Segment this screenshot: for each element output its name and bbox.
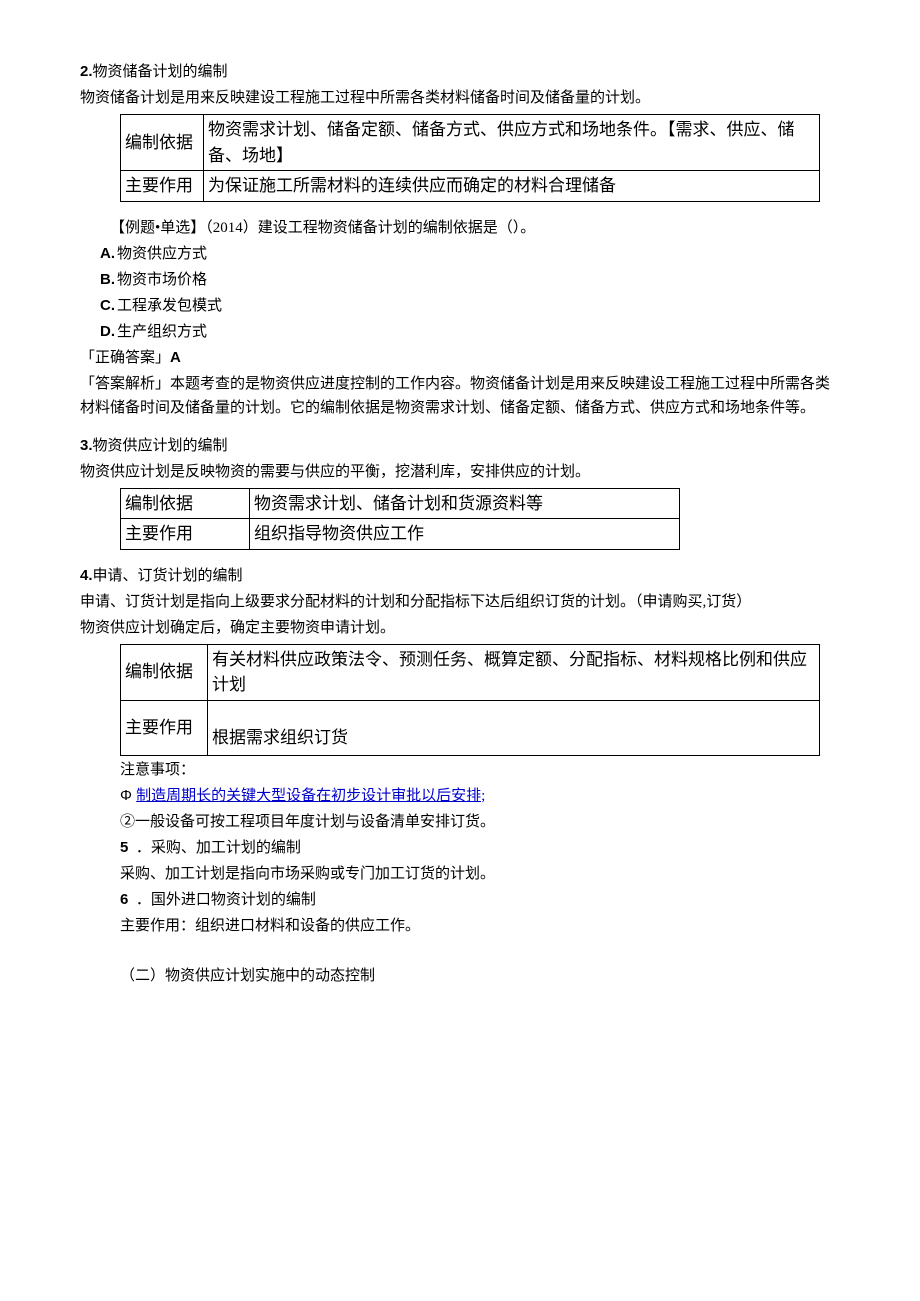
section-4: 4.申请、订货计划的编制 申请、订货计划是指向上级要求分配材料的计划和分配指标下… <box>80 564 840 834</box>
option-d-text: 生产组织方式 <box>117 324 207 340</box>
option-a: A.物资供应方式 <box>100 242 840 266</box>
section-5-desc: 采购、加工计划是指向市场采购或专门加工订货的计划。 <box>120 862 840 886</box>
note1-marker: Φ <box>120 787 136 804</box>
table-cell-label: 主要作用 <box>121 700 208 755</box>
section-3-number: 3. <box>80 437 93 454</box>
section-4-heading: 4.申请、订货计划的编制 <box>80 564 840 588</box>
section-3-desc: 物资供应计划是反映物资的需要与供应的平衡，挖潜利库，安排供应的计划。 <box>80 460 840 484</box>
section-4-note-title: 注意事项： <box>120 758 840 782</box>
section-2-table: 编制依据 物资需求计划、储备定额、储备方式、供应方式和场地条件。【需求、供应、储… <box>120 114 820 202</box>
table-cell-label: 编制依据 <box>121 488 250 519</box>
section-4-note2: ②一般设备可按工程项目年度计划与设备清单安排订货。 <box>120 810 840 834</box>
table-cell-value: 根据需求组织订货 <box>208 700 820 755</box>
option-d-label: D. <box>100 323 115 340</box>
table-cell-label: 主要作用 <box>121 519 250 550</box>
section-5-number: 5 <box>120 839 128 856</box>
note1-link-text[interactable]: 制造周期长的关键大型设备在初步设计审批以后安排; <box>136 788 485 804</box>
table-row: 编制依据 物资需求计划、储备定额、储备方式、供应方式和场地条件。【需求、供应、储… <box>121 115 820 171</box>
section-4-table: 编制依据 有关材料供应政策法令、预测任务、概算定额、分配指标、材料规格比例和供应… <box>120 644 820 756</box>
section-3-table: 编制依据 物资需求计划、储备计划和货源资料等 主要作用 组织指导物资供应工作 <box>120 488 680 550</box>
section-6: 6 ．国外进口物资计划的编制 主要作用：组织进口材料和设备的供应工作。 <box>120 888 840 938</box>
section-6-number: 6 <box>120 891 128 908</box>
section-6-heading: 6 ．国外进口物资计划的编制 <box>120 888 840 912</box>
table-cell-value: 有关材料供应政策法令、预测任务、概算定额、分配指标、材料规格比例和供应计划 <box>208 644 820 700</box>
section-3: 3.物资供应计划的编制 物资供应计划是反映物资的需要与供应的平衡，挖潜利库，安排… <box>80 434 840 550</box>
option-a-label: A. <box>100 245 115 262</box>
option-d: D.生产组织方式 <box>100 320 840 344</box>
section-2-title: 物资储备计划的编制 <box>93 64 228 80</box>
option-b: B.物资市场价格 <box>100 268 840 292</box>
table-cell-value: 为保证施工所需材料的连续供应而确定的材料合理储备 <box>204 171 820 202</box>
section-5: 5 ．采购、加工计划的编制 采购、加工计划是指向市场采购或专门加工订货的计划。 <box>120 836 840 886</box>
option-b-label: B. <box>100 271 115 288</box>
answer-explanation: 「答案解析」本题考查的是物资供应进度控制的工作内容。物资储备计划是用来反映建设工… <box>80 372 840 420</box>
section-6-dot: ． <box>136 892 151 908</box>
option-c-text: 工程承发包模式 <box>117 298 222 314</box>
option-a-text: 物资供应方式 <box>117 246 207 262</box>
table-cell-value: 物资需求计划、储备定额、储备方式、供应方式和场地条件。【需求、供应、储备、场地】 <box>204 115 820 171</box>
section-4-note1: Φ 制造周期长的关键大型设备在初步设计审批以后安排; <box>120 784 840 808</box>
answer-prefix: 「正确答案」 <box>80 350 170 366</box>
table-cell-label: 编制依据 <box>121 644 208 700</box>
section-5-dot: ． <box>136 840 151 856</box>
section-2-desc: 物资储备计划是用来反映建设工程施工过程中所需各类材料储备时间及储备量的计划。 <box>80 86 840 110</box>
table-row: 主要作用 根据需求组织订货 <box>121 700 820 755</box>
section-4-title: 申请、订货计划的编制 <box>93 568 243 584</box>
section-3-heading: 3.物资供应计划的编制 <box>80 434 840 458</box>
section-5-title: 采购、加工计划的编制 <box>151 840 301 856</box>
example-question: 【例题•单选】（2014）建设工程物资储备计划的编制依据是（）。 <box>110 216 840 240</box>
option-c-label: C. <box>100 297 115 314</box>
section-6-title: 国外进口物资计划的编制 <box>151 892 316 908</box>
section-6-desc: 主要作用：组织进口材料和设备的供应工作。 <box>120 914 840 938</box>
table-cell-label: 主要作用 <box>121 171 204 202</box>
section-3-title: 物资供应计划的编制 <box>93 438 228 454</box>
option-b-text: 物资市场价格 <box>117 272 207 288</box>
section-2-heading: 2.物资储备计划的编制 <box>80 60 840 84</box>
table-row: 主要作用 组织指导物资供应工作 <box>121 519 680 550</box>
answer-value: A <box>170 349 181 366</box>
section-4-desc2: 物资供应计划确定后，确定主要物资申请计划。 <box>80 616 840 640</box>
answer-line: 「正确答案」A <box>80 346 840 370</box>
table-cell-label: 编制依据 <box>121 115 204 171</box>
table-row: 编制依据 有关材料供应政策法令、预测任务、概算定额、分配指标、材料规格比例和供应… <box>121 644 820 700</box>
section-4-number: 4. <box>80 567 93 584</box>
table-row: 主要作用 为保证施工所需材料的连续供应而确定的材料合理储备 <box>121 171 820 202</box>
section-4-desc1: 申请、订货计划是指向上级要求分配材料的计划和分配指标下达后组织订货的计划。（申请… <box>80 590 840 614</box>
table-cell-value: 物资需求计划、储备计划和货源资料等 <box>250 488 680 519</box>
subsection-2-title: （二）物资供应计划实施中的动态控制 <box>120 964 840 988</box>
section-5-heading: 5 ．采购、加工计划的编制 <box>120 836 840 860</box>
option-c: C.工程承发包模式 <box>100 294 840 318</box>
table-row: 编制依据 物资需求计划、储备计划和货源资料等 <box>121 488 680 519</box>
section-2-number: 2. <box>80 63 93 80</box>
table-cell-value: 组织指导物资供应工作 <box>250 519 680 550</box>
section-2: 2.物资储备计划的编制 物资储备计划是用来反映建设工程施工过程中所需各类材料储备… <box>80 60 840 420</box>
